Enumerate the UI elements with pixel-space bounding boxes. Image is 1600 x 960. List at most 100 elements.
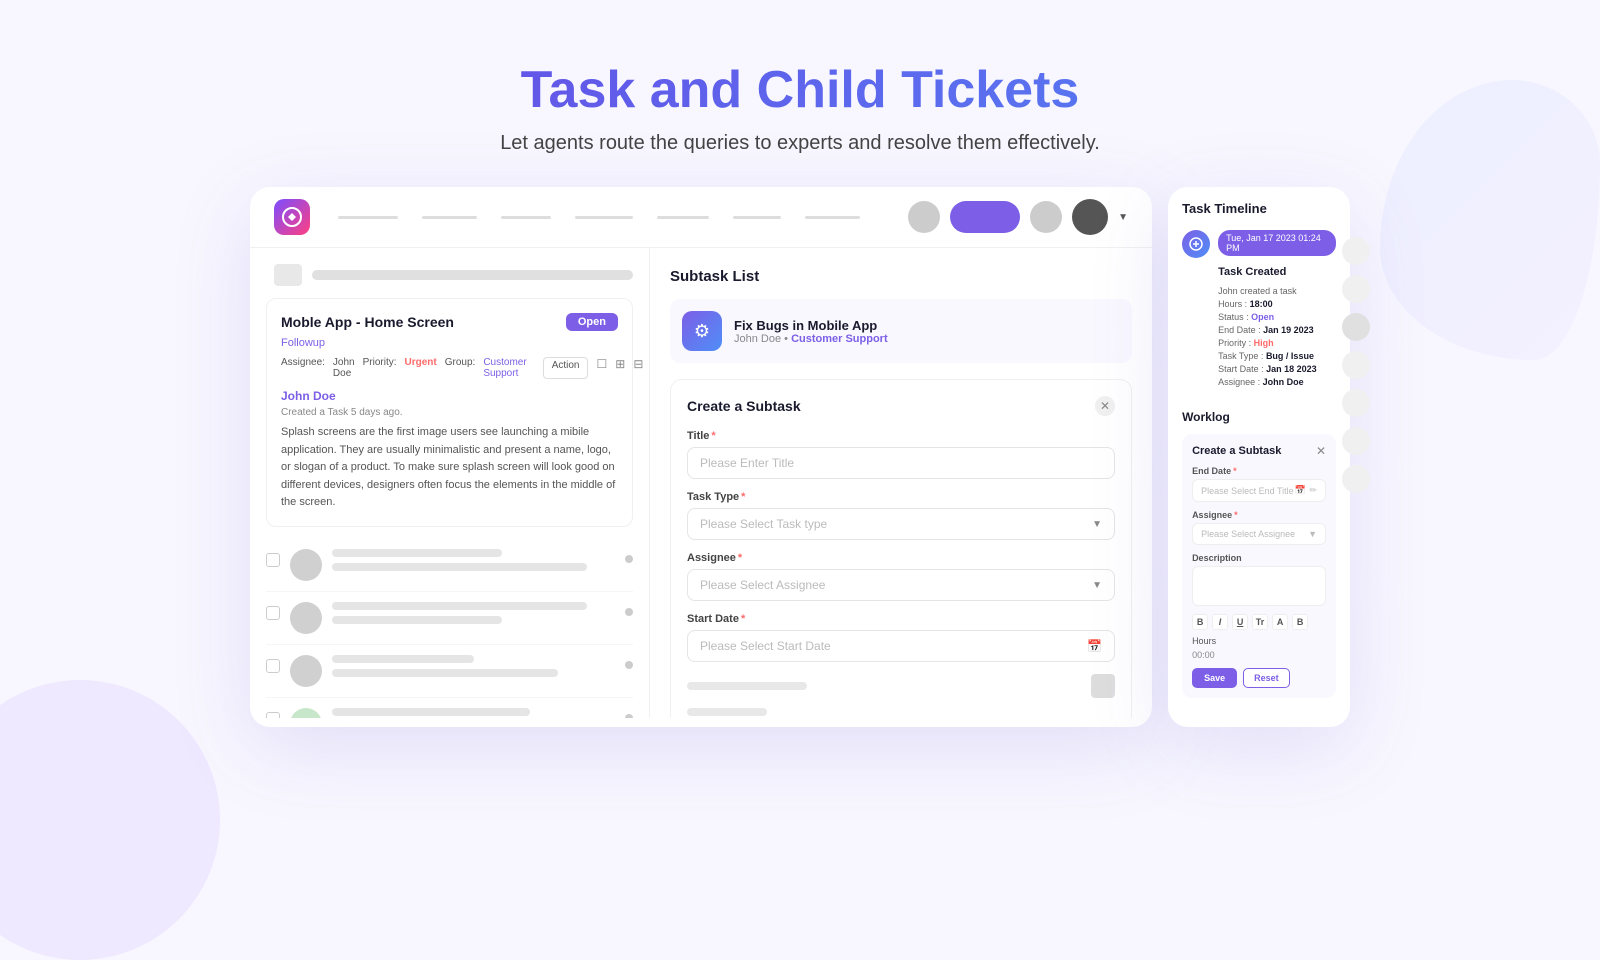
ticket-header-row [266,264,633,286]
action-button[interactable]: Action [543,357,589,379]
start-date-field: Start Date * Please Select Start Date 📅 [687,613,1115,662]
right-panel: Task Timeline Tue, Jan 17 2023 01:24 PM … [1168,187,1350,727]
subtask-info: Fix Bugs in Mobile App John Doe • Custom… [734,318,1120,345]
form-title: Create a Subtask [687,398,801,414]
task-timeline-title: Task Timeline [1182,201,1336,216]
assignee-label: Assignee * [687,552,1115,564]
page-header: Task and Child Tickets Let agents route … [0,0,1600,155]
start-date-calendar-icon: 📅 [1087,639,1102,653]
wf-underline-btn[interactable]: U [1232,614,1248,630]
nav-avatar-1[interactable] [908,201,940,233]
nav-items [338,216,880,219]
wf-italic-btn[interactable]: I [1212,614,1228,630]
timeline-event-title: Task Created [1218,266,1336,278]
assignee-placeholder: Please Select Assignee [700,578,825,592]
ticket-dot [625,608,633,616]
worklog-form-close[interactable]: ✕ [1316,444,1326,458]
start-date-input[interactable]: Please Select Start Date 📅 [687,630,1115,662]
ph-row-1 [687,674,1115,698]
wf-assignee-select[interactable]: Please Select Assignee ▼ [1192,523,1326,545]
timeline-icon [1182,230,1210,258]
timeline-content: Tue, Jan 17 2023 01:24 PM Task Created J… [1218,230,1336,387]
worklog-section: Worklog Create a Subtask ✕ End Date * Pl… [1182,410,1336,698]
ui-container: ▼ Moble App - Home Screen Open Followu [250,187,1350,727]
ticket-list-item [266,645,633,698]
bg-blob-left [0,680,220,960]
wf-strikethrough-btn[interactable]: Tr [1252,614,1268,630]
nav-avatar-main[interactable] [1072,199,1108,235]
wf-end-date-input[interactable]: Please Select End Title 📅 ✏ [1192,479,1326,502]
wf-description-input[interactable] [1192,566,1326,606]
assignee-value: John Doe [333,357,355,379]
app-logo [274,199,310,235]
nav-item-7[interactable] [805,216,860,219]
delete-icon[interactable]: ⊟ [633,357,643,379]
subtask-name: Fix Bugs in Mobile App [734,318,1120,333]
nav-avatar-active[interactable] [950,201,1020,233]
ticket-checkbox[interactable] [266,553,280,567]
edit-icon[interactable]: ⊞ [615,357,625,379]
subtask-item: ⚙ Fix Bugs in Mobile App John Doe • Cust… [670,299,1132,363]
start-date-label: Start Date * [687,613,1115,625]
page-title: Task and Child Tickets [0,60,1600,120]
ticket-title-row: Moble App - Home Screen Open [281,313,618,331]
wf-save-button[interactable]: Save [1192,668,1237,688]
placeholder-rows [687,674,1115,716]
wf-end-date-label: End Date * [1192,466,1326,476]
copy-icon[interactable]: ☐ [596,357,607,379]
open-badge: Open [566,313,618,331]
ticket-author: John Doe [281,389,618,403]
create-subtask-form: Create a Subtask ✕ Title * Please Enter … [670,379,1132,718]
wf-bold-btn[interactable]: B [1192,614,1208,630]
nav-item-2[interactable] [422,216,477,219]
task-type-dropdown-icon: ▼ [1092,519,1102,530]
wf-description-field: Description [1192,553,1326,606]
start-date-placeholder: Please Select Start Date [700,639,831,653]
form-close-button[interactable]: ✕ [1095,396,1115,416]
worklog-form: Create a Subtask ✕ End Date * Please Sel… [1182,434,1336,698]
wf-actions: Save Reset [1192,668,1326,688]
nav-bar: ▼ [250,187,1152,248]
ticket-checkbox[interactable] [266,712,280,718]
timeline-hours: Hours : 18:00 [1218,299,1336,309]
subtask-item-icon: ⚙ [682,311,722,351]
ticket-panel: Moble App - Home Screen Open Followup As… [250,248,650,718]
subtask-panel: Subtask List ⚙ Fix Bugs in Mobile App Jo… [650,248,1152,718]
timeline-date-badge: Tue, Jan 17 2023 01:24 PM [1218,230,1336,256]
task-type-placeholder: Please Select Task type [700,517,827,531]
nav-item-1[interactable] [338,216,398,219]
wf-highlight-btn[interactable]: B [1292,614,1308,630]
title-input[interactable]: Please Enter Title [687,447,1115,479]
ticket-checkbox[interactable] [266,606,280,620]
wf-reset-button[interactable]: Reset [1243,668,1290,688]
ticket-list-item [266,698,633,718]
timeline-end-date: End Date : Jan 19 2023 [1218,325,1336,335]
wf-color-btn[interactable]: A [1272,614,1288,630]
nav-avatar-2[interactable] [1030,201,1062,233]
subtask-team: Customer Support [791,333,888,345]
group-value: Customer Support [483,357,526,379]
ticket-checkbox[interactable] [266,659,280,673]
timeline-entry: Tue, Jan 17 2023 01:24 PM Task Created J… [1182,230,1336,390]
subtask-agent: John Doe [734,333,781,345]
nav-item-6[interactable] [733,216,781,219]
title-label: Title * [687,430,1115,442]
app-window: ▼ Moble App - Home Screen Open Followu [250,187,1152,727]
assignee-select[interactable]: Please Select Assignee ▼ [687,569,1115,601]
subtask-meta: John Doe • Customer Support [734,333,1120,345]
search-bar[interactable] [312,270,633,280]
search-button[interactable] [274,264,302,286]
worklog-form-header: Create a Subtask ✕ [1192,444,1326,458]
timeline-assignee: Assignee : John Doe [1218,377,1336,387]
worklog-title: Worklog [1182,410,1336,424]
task-type-select[interactable]: Please Select Task type ▼ [687,508,1115,540]
ticket-avatar [290,602,322,634]
nav-item-5[interactable] [657,216,709,219]
ticket-tag: Followup [281,337,618,349]
ticket-list-item [266,539,633,592]
page-subtitle: Let agents route the queries to experts … [0,132,1600,155]
nav-item-3[interactable] [501,216,551,219]
wf-calendar-icon: 📅 [1295,485,1306,496]
timeline-created-by: John created a task [1218,286,1336,296]
nav-item-4[interactable] [575,216,633,219]
